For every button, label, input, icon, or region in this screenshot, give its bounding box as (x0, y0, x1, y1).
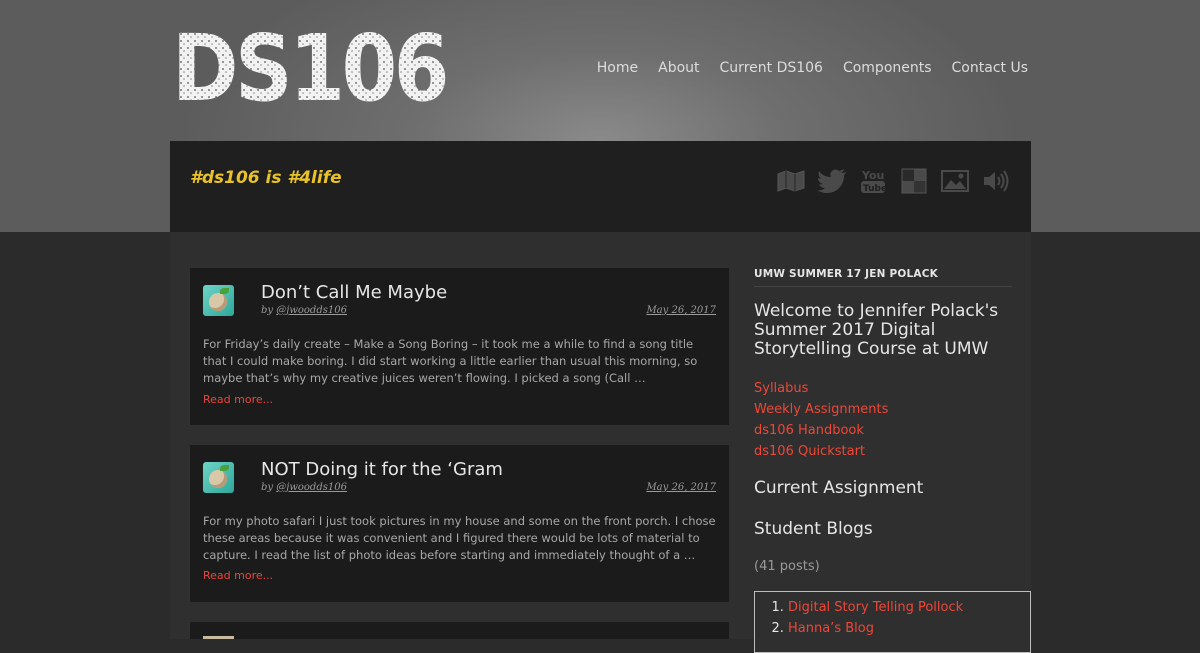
nav-contact-us[interactable]: Contact Us (952, 60, 1028, 76)
main-nav: Home About Current DS106 Components Cont… (577, 60, 1028, 76)
post-count: (41 posts) (754, 559, 820, 574)
post-card: NOT Doing it for the ‘Gram by @jwoodds10… (190, 445, 729, 602)
image-icon[interactable] (940, 168, 970, 194)
link-ds106-handbook[interactable]: ds106 Handbook (754, 420, 888, 441)
read-more-link[interactable]: Read more... (203, 393, 273, 406)
list-item: Digital Story Telling Pollock (788, 597, 1030, 618)
audio-icon[interactable] (981, 168, 1011, 194)
nav-components[interactable]: Components (843, 60, 932, 76)
author-avatar[interactable] (203, 285, 234, 316)
course-links: Syllabus Weekly Assignments ds106 Handbo… (754, 378, 888, 462)
map-icon[interactable] (776, 168, 806, 194)
nav-current-ds106[interactable]: Current DS106 (720, 60, 823, 76)
post-card-partial (190, 622, 729, 639)
ds106-logo[interactable]: DS106 (172, 18, 448, 104)
student-blogs-heading: Student Blogs (754, 519, 873, 539)
twitter-icon[interactable] (817, 168, 847, 194)
welcome-text: Welcome to Jennifer Polack's Summer 2017… (754, 301, 999, 359)
author-link[interactable]: @jwoodds106 (276, 305, 347, 316)
post-author: by @jwoodds106 (261, 305, 347, 316)
post-date[interactable]: May 26, 2017 (646, 305, 716, 316)
header-bar: #ds106 is #4life You Tube (170, 141, 1031, 232)
nav-home[interactable]: Home (597, 60, 638, 76)
post-title[interactable]: NOT Doing it for the ‘Gram (261, 459, 503, 480)
post-author-prefix: by (261, 482, 277, 493)
post-author: by @jwoodds106 (261, 482, 347, 493)
post-card: Don’t Call Me Maybe by @jwoodds106 May 2… (190, 268, 729, 425)
post-author-prefix: by (261, 305, 277, 316)
link-ds106-quickstart[interactable]: ds106 Quickstart (754, 441, 888, 462)
site-tagline: #ds106 is #4life (190, 168, 342, 188)
blog-link[interactable]: Digital Story Telling Pollock (788, 600, 963, 615)
author-avatar[interactable] (203, 462, 234, 493)
student-blogs-list: Digital Story Telling Pollock Hanna’s Bl… (754, 591, 1031, 653)
svg-text:DS106: DS106 (172, 18, 446, 104)
svg-text:Tube: Tube (863, 184, 886, 194)
current-assignment-heading: Current Assignment (754, 478, 924, 498)
social-icons: You Tube (776, 168, 1011, 194)
read-more-link[interactable]: Read more... (203, 569, 273, 582)
link-weekly-assignments[interactable]: Weekly Assignments (754, 399, 888, 420)
youtube-icon[interactable]: You Tube (858, 168, 888, 194)
svg-text:You: You (861, 169, 884, 182)
nav-about[interactable]: About (658, 60, 699, 76)
post-title[interactable]: Don’t Call Me Maybe (261, 282, 447, 303)
post-excerpt: For Friday’s daily create – Make a Song … (203, 337, 698, 385)
widget-heading: UMW SUMMER 17 JEN POLACK (754, 268, 1012, 287)
post-date[interactable]: May 26, 2017 (646, 482, 716, 493)
post-excerpt: For my photo safari I just took pictures… (203, 514, 716, 562)
author-link[interactable]: @jwoodds106 (276, 482, 347, 493)
delicious-icon[interactable] (899, 168, 929, 194)
link-syllabus[interactable]: Syllabus (754, 378, 888, 399)
list-item: Hanna’s Blog (788, 618, 1030, 639)
blog-link[interactable]: Hanna’s Blog (788, 621, 874, 636)
